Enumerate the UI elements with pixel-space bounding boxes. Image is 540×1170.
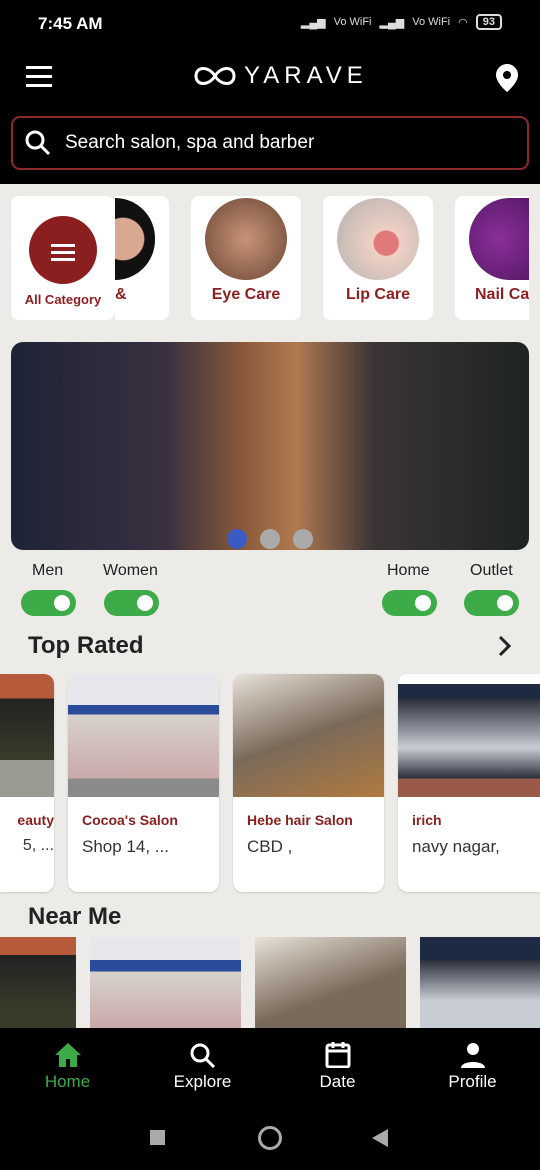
salon-image (233, 674, 384, 797)
vowifi-label: Vo WiFi (412, 16, 451, 28)
toggle-outlet[interactable] (464, 590, 519, 616)
wifi-icon: ◠ (458, 16, 468, 29)
signal-icon: ▂▄▆ (300, 16, 326, 29)
salon-card[interactable]: Hebe hair Salon CBD , (233, 674, 384, 892)
salon-image (398, 674, 540, 797)
filter-label-men: Men (32, 562, 64, 579)
section-title-top-rated: Top Rated (28, 632, 144, 659)
salon-image (0, 674, 54, 797)
toggle-women[interactable] (104, 590, 159, 616)
category-label: Lip Care (345, 286, 410, 303)
search-placeholder: Search salon, spa and barber (65, 132, 315, 153)
recents-icon[interactable] (150, 1130, 165, 1145)
category-eye-care[interactable]: Eye Care (191, 196, 301, 320)
calendar-icon (325, 1042, 350, 1068)
nav-profile[interactable]: Profile (405, 1028, 540, 1105)
home-system-icon[interactable] (258, 1126, 282, 1150)
salon-card[interactable]: Cocoa's Salon Shop 14, ... (68, 674, 219, 892)
nav-label: Home (44, 1072, 91, 1091)
app-logo: YARAVE (190, 62, 368, 90)
nav-label: Explore (173, 1072, 232, 1091)
location-pin-icon[interactable] (496, 64, 518, 92)
salon-address: 5, ... (22, 837, 54, 854)
nav-label: Profile (448, 1072, 497, 1091)
salon-address: navy nagar, (412, 837, 500, 856)
status-icons: ▂▄▆ Vo WiFi ▂▄▆ Vo WiFi ◠ 93 (301, 14, 502, 30)
signal-icon: ▂▄▆ (379, 16, 405, 29)
salon-address: Shop 14, ... (82, 837, 169, 856)
salon-name: Cocoa's Salon (82, 812, 178, 828)
salon-name: eauty (17, 812, 54, 828)
near-salon-card[interactable] (420, 937, 540, 1028)
category-label: All Category (24, 292, 102, 307)
search-icon (190, 1043, 215, 1068)
filter-label-women: Women (103, 562, 158, 579)
filter-label-home: Home (387, 562, 430, 579)
salon-image (68, 674, 219, 797)
system-nav-bar (0, 1105, 540, 1170)
nav-date[interactable]: Date (270, 1028, 405, 1105)
logo-text: YARAVE (244, 62, 368, 89)
bottom-nav: Home Explore Date Profile (0, 1028, 540, 1105)
menu-button[interactable] (26, 66, 52, 93)
promo-banner[interactable] (11, 342, 529, 550)
filter-label-outlet: Outlet (470, 562, 513, 579)
toggle-home[interactable] (382, 590, 437, 616)
nav-label: Date (319, 1072, 356, 1091)
salon-name: Hebe hair Salon (247, 812, 353, 828)
search-input[interactable]: Search salon, spa and barber (11, 116, 529, 170)
category-label: Eye Care (211, 286, 281, 303)
chevron-right-icon[interactable] (497, 635, 513, 657)
near-salon-card[interactable] (90, 937, 241, 1028)
near-salon-card[interactable] (0, 937, 76, 1028)
salon-name: irich (412, 812, 442, 828)
category-image (205, 198, 287, 280)
category-all[interactable]: All Category (11, 196, 115, 320)
salon-address: CBD , (247, 837, 293, 856)
salon-card[interactable]: irich navy nagar, (398, 674, 540, 892)
home-icon (54, 1043, 81, 1067)
status-time: 7:45 AM (38, 14, 103, 33)
nav-home[interactable]: Home (0, 1028, 135, 1105)
category-image (115, 198, 155, 280)
person-icon (460, 1043, 485, 1068)
category-item[interactable]: & (115, 196, 169, 320)
carousel-dot-active[interactable] (227, 529, 247, 549)
list-icon (29, 216, 97, 284)
toggle-men[interactable] (21, 590, 76, 616)
category-image (469, 198, 529, 280)
category-nail-care[interactable]: Nail Ca (455, 196, 529, 320)
search-icon (25, 130, 51, 156)
category-label: Nail Ca (475, 286, 529, 303)
near-salon-card[interactable] (255, 937, 406, 1028)
carousel-dot[interactable] (293, 529, 313, 549)
category-lip-care[interactable]: Lip Care (323, 196, 433, 320)
category-label: & (115, 286, 127, 303)
battery-icon: 93 (475, 14, 502, 30)
category-image (337, 198, 419, 280)
salon-card[interactable]: eauty 5, ... (0, 674, 54, 892)
infinity-logo-icon (194, 67, 236, 85)
section-title-near-me: Near Me (28, 903, 122, 930)
carousel-dot[interactable] (260, 529, 280, 549)
vowifi-label: Vo WiFi (333, 16, 372, 28)
nav-explore[interactable]: Explore (135, 1028, 270, 1105)
back-icon[interactable] (372, 1129, 388, 1147)
